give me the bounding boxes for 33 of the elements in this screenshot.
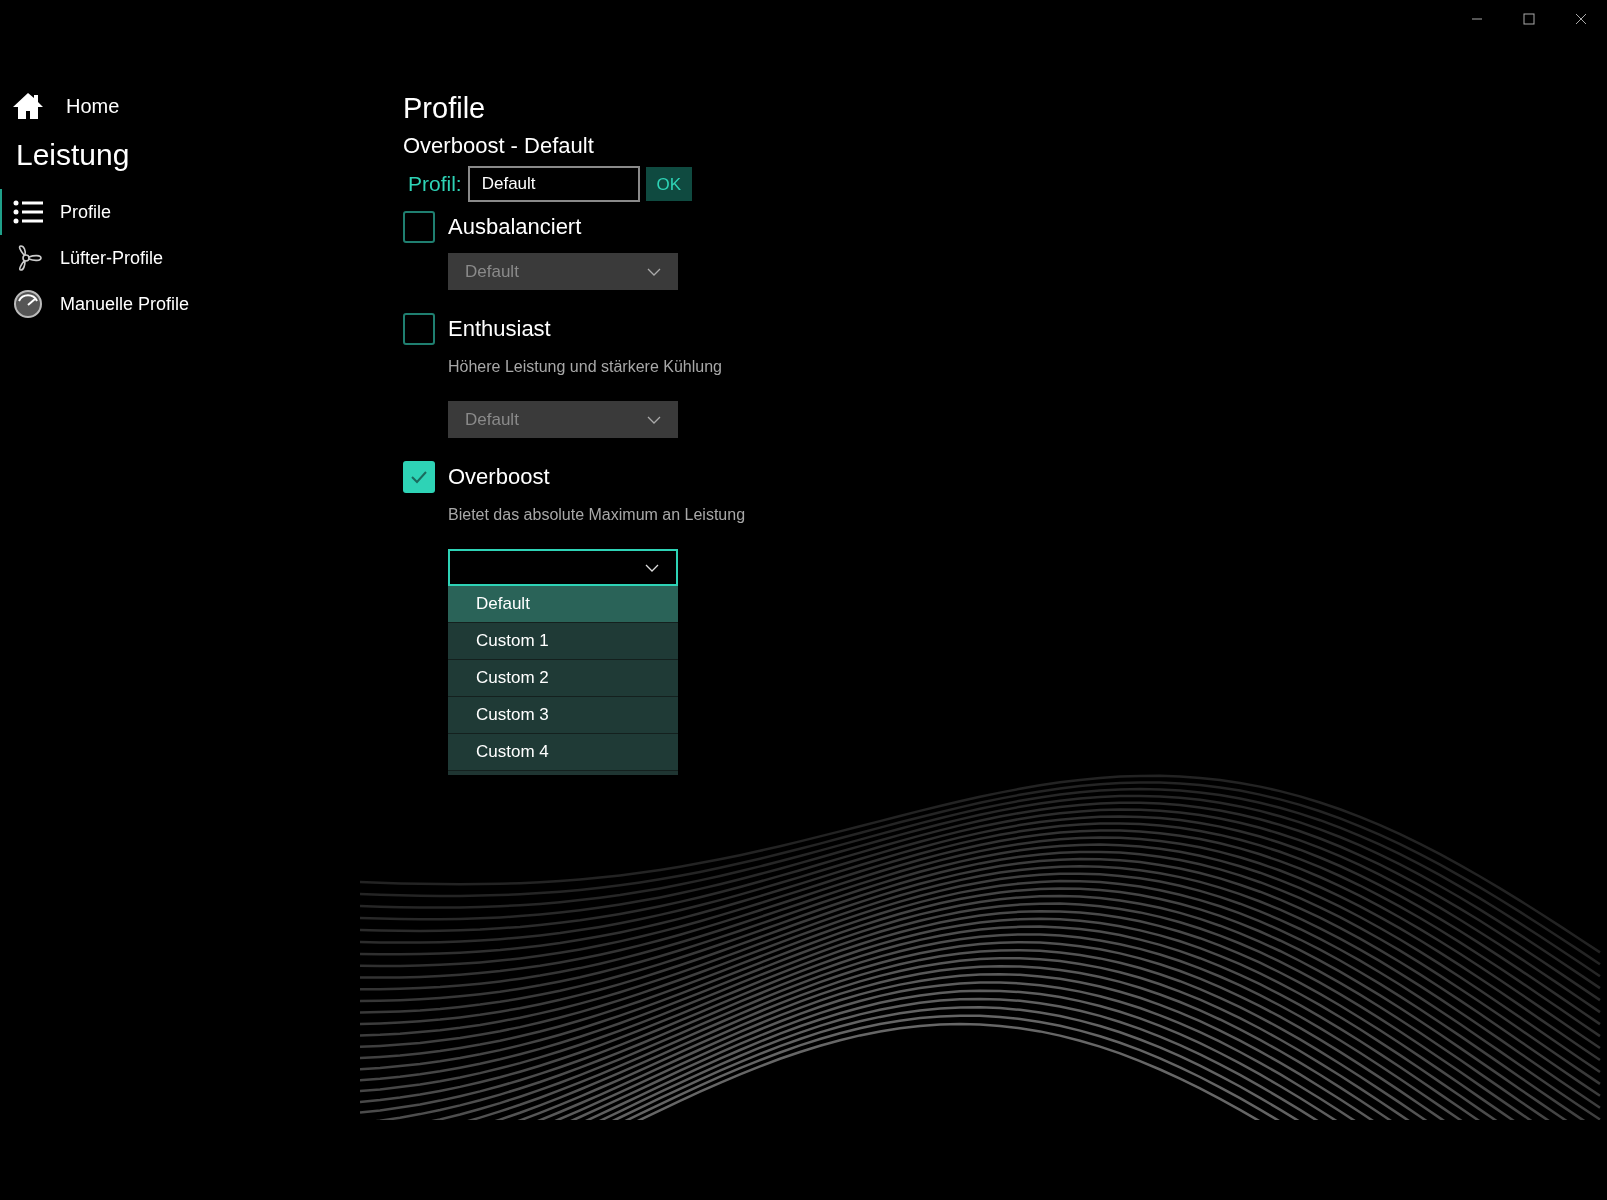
option-label: Overboost <box>448 463 550 491</box>
dropdown-option[interactable]: Default <box>448 586 678 623</box>
chevron-down-icon <box>647 415 661 424</box>
gauge-icon <box>13 289 43 319</box>
checkbox[interactable] <box>403 312 435 345</box>
sidebar-item[interactable]: Profile <box>0 189 390 235</box>
maximize-icon <box>1523 13 1535 25</box>
home-link[interactable]: Home <box>0 88 390 124</box>
dropdown-option[interactable]: Custom 4 <box>448 734 678 771</box>
home-icon <box>12 92 44 120</box>
profile-subtitle: Overboost - Default <box>403 132 595 160</box>
option-description: Höhere Leistung und stärkere Kühlung <box>448 357 723 377</box>
sidebar-item[interactable]: Lüfter-Profile <box>0 235 390 281</box>
sidebar-item[interactable]: Manuelle Profile <box>0 281 390 327</box>
section-title: Leistung <box>15 137 131 173</box>
chevron-down-icon <box>647 267 661 276</box>
dropdown-option[interactable]: Custom 2 <box>448 660 678 697</box>
chevron-down-icon <box>645 563 659 572</box>
dropdown-option[interactable]: Custom 3 <box>448 697 678 734</box>
option-label: Ausbalanciert <box>448 213 582 241</box>
checkbox[interactable] <box>403 460 435 493</box>
list-icon <box>12 200 44 224</box>
profile-dropdown[interactable] <box>448 549 678 586</box>
dropdown-option[interactable]: Custom 1 <box>448 623 678 660</box>
checkmark-icon <box>410 469 428 484</box>
close-icon <box>1575 13 1587 25</box>
profile-label: Profil: <box>408 171 462 198</box>
checkbox[interactable] <box>403 210 435 243</box>
option-label: Enthusiast <box>448 315 551 343</box>
page-title: Profile <box>403 91 487 126</box>
profile-name-field[interactable]: Default <box>467 166 640 202</box>
option-description: Bietet das absolute Maximum an Leistung <box>448 505 746 525</box>
ok-button[interactable]: OK <box>645 167 692 201</box>
